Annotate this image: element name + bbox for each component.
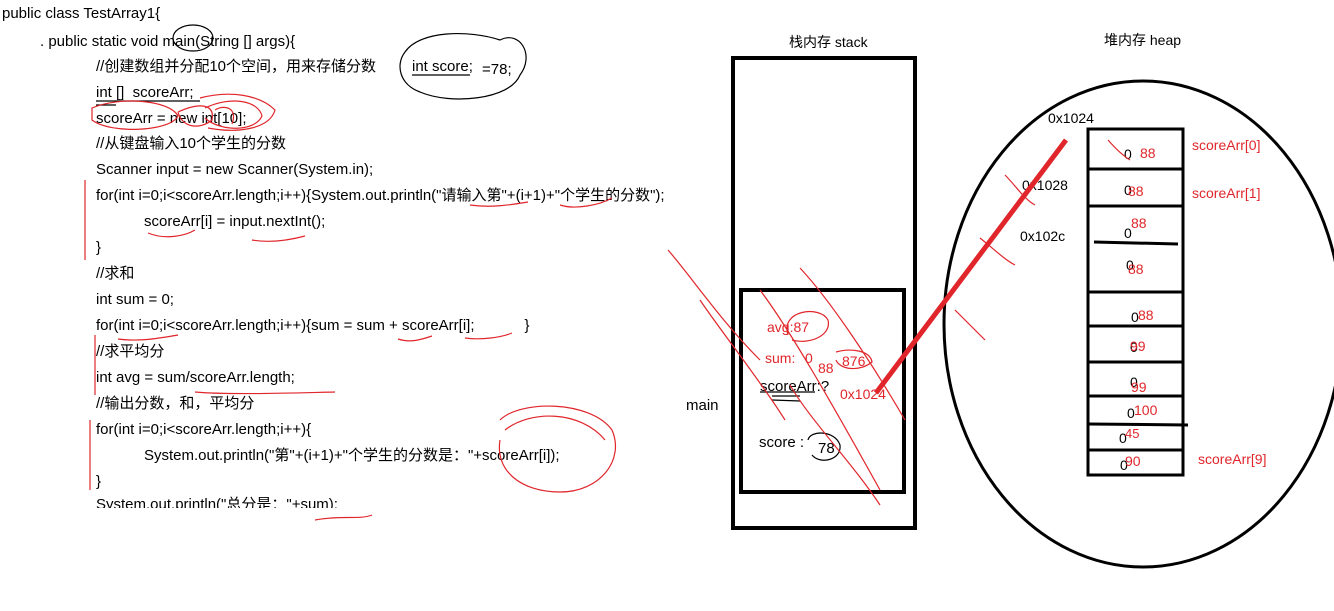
reference-arrow [874,138,1068,395]
stack-box [731,56,917,530]
heap-array-dividers [1087,167,1189,452]
red-ink-marks [84,93,1131,521]
diagram-drawing [84,24,1334,569]
heap-ellipse [942,79,1334,569]
ink-marks [96,24,841,461]
